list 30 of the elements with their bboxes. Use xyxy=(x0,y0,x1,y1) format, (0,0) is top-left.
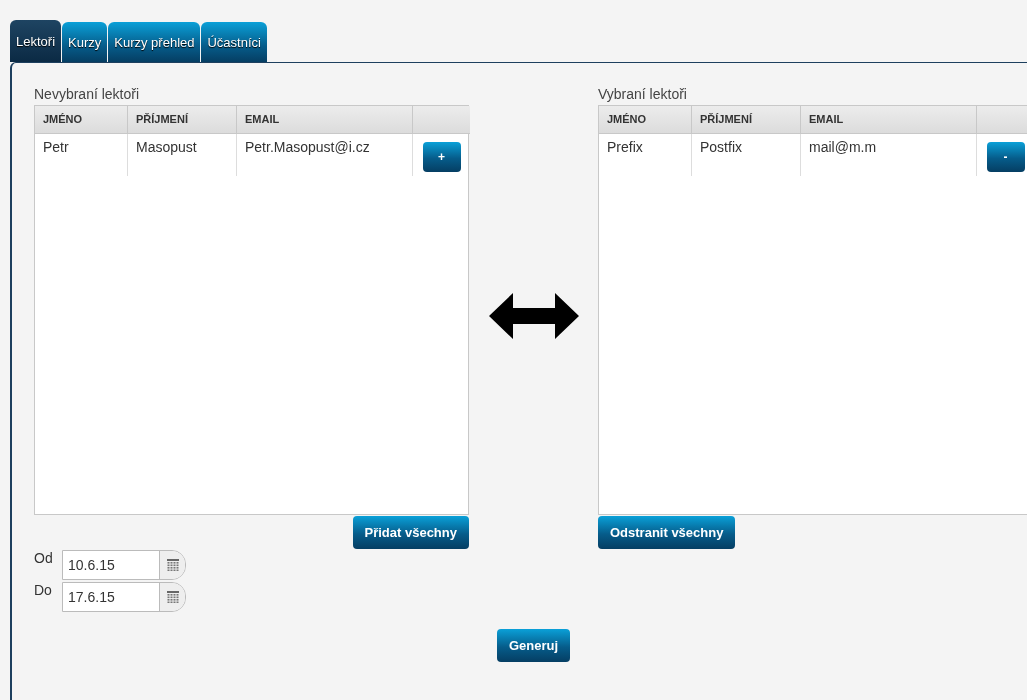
table-cell: Postfix xyxy=(692,134,801,176)
column-header[interactable]: EMAIL xyxy=(801,106,977,134)
tab[interactable]: Lektoři xyxy=(10,20,62,62)
generate-button[interactable]: Generuj xyxy=(496,629,571,662)
date-label: Do xyxy=(34,582,53,598)
tab[interactable]: Účastníci xyxy=(201,22,267,62)
column-header[interactable]: JMÉNO xyxy=(35,106,128,134)
date-label: Od xyxy=(34,550,54,566)
column-header[interactable]: PŘÍJMENÍ xyxy=(692,106,801,134)
tab[interactable]: Kurzy přehled xyxy=(108,22,201,62)
tab[interactable]: Kurzy xyxy=(62,22,108,62)
table-cell: Masopust xyxy=(128,134,237,176)
calendar-icon[interactable] xyxy=(166,559,179,571)
table-cell: mail@m.m xyxy=(801,134,977,176)
column-header[interactable]: PŘÍJMENÍ xyxy=(128,106,237,134)
list-title: Nevybraní lektoři xyxy=(34,85,141,104)
column-header[interactable]: JMÉNO xyxy=(599,106,692,134)
remove-all-button[interactable]: Odstranit všechny xyxy=(598,516,736,549)
calendar-icon[interactable] xyxy=(166,591,179,603)
date-picker[interactable]: 17.6.15 xyxy=(62,582,186,612)
add-button[interactable]: + xyxy=(422,142,461,172)
list-title: Vybraní lektoři xyxy=(598,85,688,104)
remove-button[interactable]: - xyxy=(986,142,1025,172)
date-picker[interactable]: 10.6.15 xyxy=(62,550,186,580)
column-header[interactable]: EMAIL xyxy=(237,106,413,134)
table-cell: Petr.Masopust@i.cz xyxy=(237,134,413,176)
table-cell: Prefix xyxy=(599,134,692,176)
double-arrow-icon xyxy=(488,293,579,339)
add-all-button[interactable]: Přidat všechny xyxy=(352,516,469,549)
table-cell: Petr xyxy=(35,134,128,176)
